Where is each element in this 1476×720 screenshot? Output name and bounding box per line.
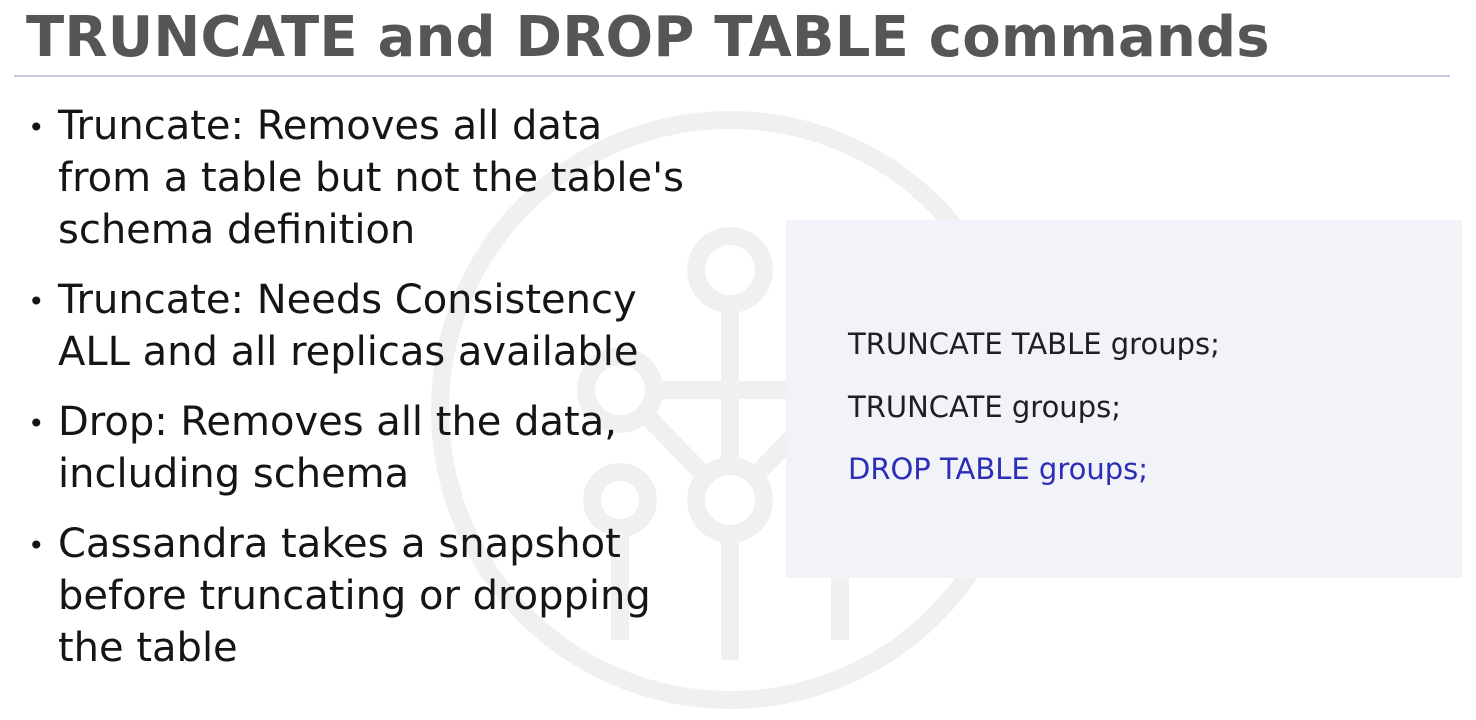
bullet-line: the table <box>58 625 238 671</box>
bullet-truncate-consistency: • Truncate: Needs Consistency ALL and al… <box>22 274 762 378</box>
bullet-marker: • <box>28 529 45 562</box>
bullet-line: Truncate: Needs Consistency <box>58 277 637 323</box>
bullet-truncate-removes-data: • Truncate: Removes all data from a tabl… <box>22 100 762 256</box>
bullet-line: schema definition <box>58 207 416 253</box>
code-line-drop-table: DROP TABLE groups; <box>848 452 1149 486</box>
bullet-line: before truncating or dropping <box>58 573 651 619</box>
bullet-marker: • <box>28 285 45 318</box>
bullet-line: Drop: Removes all the data, <box>58 399 617 445</box>
bullet-line: Truncate: Removes all data <box>58 103 603 149</box>
bullet-list: • Truncate: Removes all data from a tabl… <box>22 100 762 692</box>
bullet-marker: • <box>28 111 45 144</box>
code-line-truncate-table: TRUNCATE TABLE groups; <box>848 327 1220 361</box>
slide-title: TRUNCATE and DROP TABLE commands <box>26 5 1270 70</box>
bullet-line: including schema <box>58 451 410 497</box>
bullet-line: ALL and all replicas available <box>58 329 639 375</box>
bullet-drop-removes-schema: • Drop: Removes all the data, including … <box>22 396 762 500</box>
bullet-line: Cassandra takes a snapshot <box>58 521 621 567</box>
code-example-panel: TRUNCATE TABLE groups; TRUNCATE groups; … <box>786 220 1462 578</box>
code-line-truncate: TRUNCATE groups; <box>848 390 1121 424</box>
bullet-marker: • <box>28 407 45 440</box>
bullet-cassandra-snapshot: • Cassandra takes a snapshot before trun… <box>22 518 762 674</box>
bullet-line: from a table but not the table's <box>58 155 684 201</box>
title-divider <box>14 75 1450 77</box>
